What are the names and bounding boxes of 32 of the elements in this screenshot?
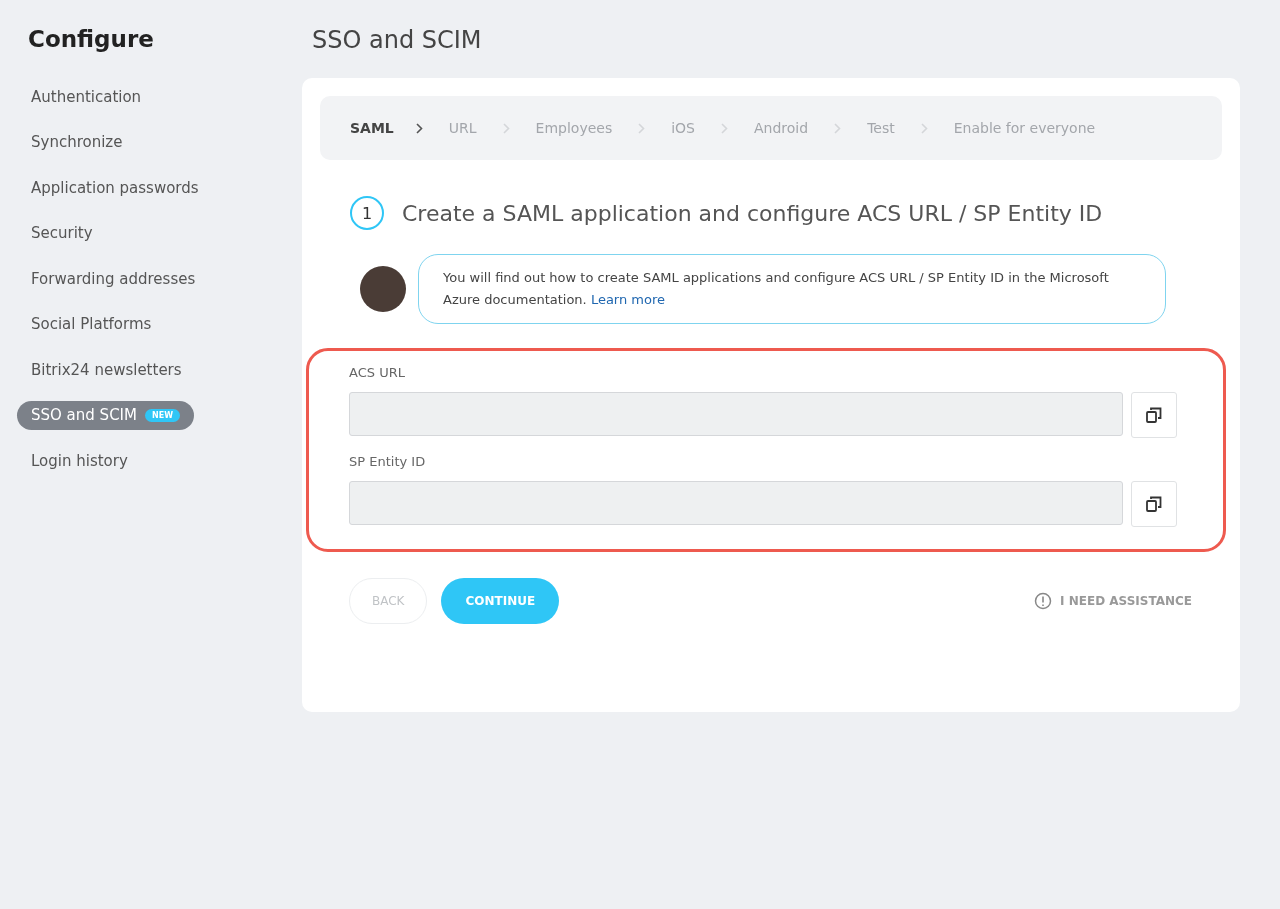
- copy-icon: [1145, 406, 1163, 424]
- sidebar-item[interactable]: Application passwords: [17, 173, 213, 202]
- avatar: [360, 266, 406, 312]
- sidebar-item[interactable]: Forwarding addresses: [17, 264, 210, 293]
- copy-button[interactable]: [1131, 481, 1177, 527]
- input-field[interactable]: [349, 392, 1123, 436]
- chevron-icon: [920, 122, 928, 134]
- step-tab[interactable]: SAML: [350, 120, 394, 136]
- chevron-icon: [721, 122, 728, 134]
- info-icon: [1034, 592, 1053, 610]
- sidebar-item[interactable]: SSO and SCIM NEW: [17, 400, 194, 430]
- sidebar-item[interactable]: Synchronize: [17, 127, 137, 157]
- chevron-icon: [415, 122, 423, 134]
- chevron-icon: [502, 122, 510, 134]
- sidebar-item[interactable]: Social Platforms: [17, 309, 166, 339]
- section-title: Create a SAML application and configure ACS URL / SP Entity ID: [402, 200, 1103, 226]
- chevron-icon: [834, 122, 842, 134]
- copy-button[interactable]: [1131, 392, 1177, 438]
- sidebar-item[interactable]: Authentication: [17, 82, 156, 111]
- step-number: 1: [350, 196, 384, 230]
- field-label: ACS URL: [349, 365, 406, 380]
- field-label: SP Entity ID: [349, 454, 427, 469]
- sidebar-item[interactable]: Login history: [17, 446, 142, 475]
- page-title: SSO and SCIM: [312, 26, 483, 54]
- sidebar-title: Configure: [28, 26, 154, 52]
- hint-text: You will find out how to create SAML applications and configure ACS URL / SP Entity ID in the Microsoft Azure documentation. Learn more: [443, 269, 1110, 309]
- chevron-icon: [638, 122, 646, 134]
- sidebar-item[interactable]: Security: [17, 218, 107, 248]
- copy-icon: [1145, 495, 1163, 513]
- input-field[interactable]: [349, 481, 1123, 525]
- learn-more-link[interactable]: Learn more: [590, 292, 665, 307]
- sidebar-item[interactable]: Bitrix24 newsletters: [17, 355, 196, 384]
